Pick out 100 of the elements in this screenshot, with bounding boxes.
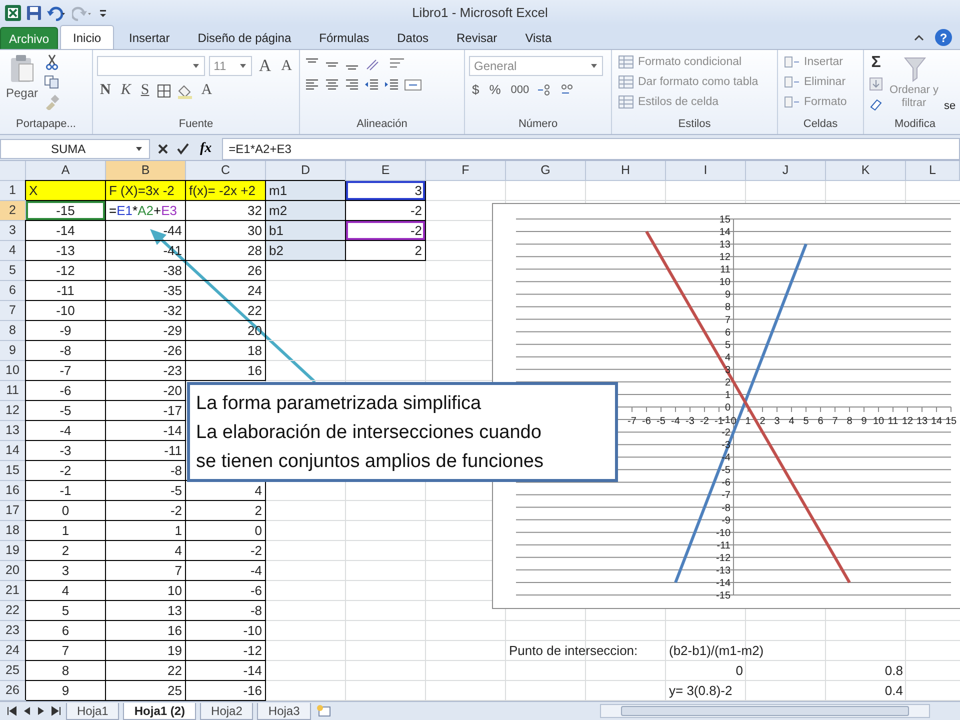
next-sheet-icon[interactable] xyxy=(36,705,46,718)
row-header[interactable]: 21 xyxy=(0,581,26,602)
column-header[interactable]: E xyxy=(346,161,426,182)
column-header[interactable]: K xyxy=(826,161,906,182)
row-header[interactable]: 6 xyxy=(0,281,26,302)
scissors-icon[interactable] xyxy=(45,54,60,70)
row-header[interactable]: 5 xyxy=(0,261,26,282)
ribbon-tab[interactable]: Revisar xyxy=(444,25,510,50)
row-header[interactable]: 8 xyxy=(0,321,26,342)
row-header[interactable]: 1 xyxy=(0,181,26,202)
bold-button[interactable]: N xyxy=(97,82,114,100)
fill-bucket-icon[interactable] xyxy=(176,82,194,99)
table-cell: 6 xyxy=(26,621,106,642)
row-header[interactable]: 14 xyxy=(0,441,26,462)
fill-down-icon[interactable] xyxy=(868,76,884,92)
row-header[interactable]: 26 xyxy=(0,681,26,702)
row-header[interactable]: 20 xyxy=(0,561,26,582)
undo-icon[interactable] xyxy=(46,4,68,21)
row-header[interactable]: 3 xyxy=(0,221,26,242)
name-box[interactable]: SUMA xyxy=(0,138,150,159)
previous-sheet-icon[interactable] xyxy=(22,705,32,718)
number-format-field[interactable]: General xyxy=(469,56,603,76)
table-cell: 3 xyxy=(26,561,106,582)
ribbon-tab[interactable]: Inicio xyxy=(60,25,114,50)
row-header[interactable]: 4 xyxy=(0,241,26,262)
currency-button[interactable]: $ xyxy=(469,82,482,98)
borders-icon[interactable] xyxy=(156,82,172,99)
column-header[interactable]: H xyxy=(586,161,666,182)
column-header[interactable]: C xyxy=(186,161,266,182)
horizontal-scrollbar[interactable] xyxy=(600,704,930,718)
column-header[interactable]: L xyxy=(906,161,960,182)
row-header[interactable]: 22 xyxy=(0,601,26,622)
cancel-icon[interactable] xyxy=(156,142,170,156)
column-header[interactable]: G xyxy=(506,161,586,182)
ribbon-tab[interactable]: Vista xyxy=(512,25,565,50)
shrink-font-button[interactable]: A xyxy=(278,58,295,75)
font-size-field[interactable]: 11 xyxy=(208,56,252,76)
column-header[interactable]: A xyxy=(26,161,106,182)
autosum-button[interactable]: Σ xyxy=(868,54,884,72)
row-header[interactable]: 2 xyxy=(0,201,26,222)
find-select-label[interactable]: se xyxy=(944,100,956,112)
last-sheet-icon[interactable] xyxy=(50,705,62,718)
row-header[interactable]: 11 xyxy=(0,381,26,402)
decrease-indent-icon[interactable] xyxy=(364,78,380,92)
column-header[interactable]: D xyxy=(266,161,346,182)
row-header[interactable]: 9 xyxy=(0,341,26,362)
row-header[interactable]: 18 xyxy=(0,521,26,542)
column-header[interactable]: B xyxy=(106,161,186,182)
table-cell: 2 xyxy=(346,241,426,262)
sheet-tab[interactable]: Hoja1 xyxy=(66,702,120,720)
sheet-tab[interactable]: Hoja3 xyxy=(257,702,311,720)
column-header[interactable]: J xyxy=(746,161,826,182)
new-sheet-icon[interactable] xyxy=(314,704,333,718)
italic-button[interactable]: K xyxy=(118,82,134,100)
spreadsheet-logo-icon[interactable] xyxy=(4,4,22,22)
align-right-icon[interactable] xyxy=(344,78,360,92)
underline-button[interactable]: S xyxy=(138,82,152,100)
ribbon-tab[interactable]: Insertar xyxy=(116,25,183,50)
row-header[interactable]: 23 xyxy=(0,621,26,642)
increase-indent-icon[interactable] xyxy=(384,78,400,92)
row-header[interactable]: 17 xyxy=(0,501,26,522)
formula-field[interactable]: =E1*A2+E3 xyxy=(222,138,960,160)
grow-font-button[interactable]: A xyxy=(256,56,274,76)
merge-cells-icon[interactable] xyxy=(404,78,424,92)
column-header[interactable]: F xyxy=(426,161,506,182)
font-name-field[interactable] xyxy=(97,56,205,76)
font-color-button[interactable]: A xyxy=(198,82,216,100)
table-cell: 22 xyxy=(106,661,186,682)
table-cell: 16 xyxy=(186,361,266,382)
formula-cell[interactable]: =E1*A2+E3 xyxy=(106,201,186,222)
ribbon-tab[interactable]: Fórmulas xyxy=(306,25,382,50)
row-header[interactable]: 7 xyxy=(0,301,26,322)
insert-function-button[interactable]: fx xyxy=(196,140,216,157)
sheet-tab[interactable]: Hoja2 xyxy=(200,702,254,720)
help-button[interactable]: ? xyxy=(935,29,952,46)
row-header[interactable]: 13 xyxy=(0,421,26,442)
align-left-icon[interactable] xyxy=(304,78,320,92)
save-icon[interactable] xyxy=(26,4,42,21)
paste-button[interactable]: Pegar xyxy=(4,54,40,100)
copy-icon[interactable] xyxy=(44,74,60,90)
ribbon-tab[interactable]: Datos xyxy=(384,25,442,50)
row-header[interactable]: 15 xyxy=(0,461,26,482)
collapse-ribbon-icon[interactable] xyxy=(913,33,925,44)
row-header[interactable]: 25 xyxy=(0,661,26,682)
file-tab[interactable]: Archivo xyxy=(0,27,58,50)
thousands-button[interactable]: 000 xyxy=(508,84,532,96)
row-header[interactable]: 10 xyxy=(0,361,26,382)
row-header[interactable]: 16 xyxy=(0,481,26,502)
row-header[interactable]: 19 xyxy=(0,541,26,562)
checkmark-icon[interactable] xyxy=(176,142,190,156)
axis-tick-label: -5 xyxy=(656,416,666,428)
row-header[interactable]: 12 xyxy=(0,401,26,422)
sheet-tab[interactable]: Hoja1 (2) xyxy=(123,702,196,720)
first-sheet-icon[interactable] xyxy=(6,705,18,718)
align-center-icon[interactable] xyxy=(324,78,340,92)
ribbon-tab[interactable]: Diseño de página xyxy=(184,25,304,50)
percent-button[interactable]: % xyxy=(486,82,504,98)
row-header[interactable]: 24 xyxy=(0,641,26,662)
column-header[interactable]: I xyxy=(666,161,746,182)
axis-tick-label: -8 xyxy=(722,503,730,514)
